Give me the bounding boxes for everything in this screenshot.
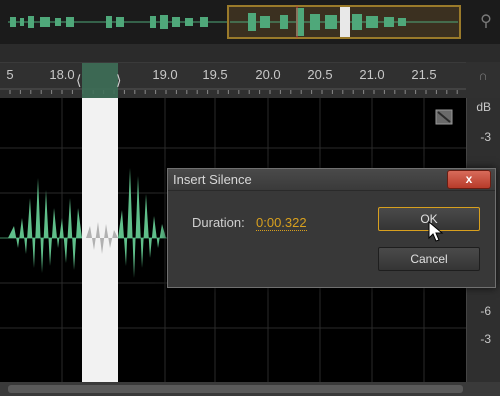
time-ruler[interactable]: ⟨ ⟩ 5 18.0 19.0 19.5 20.0 20.5 21.0 21.5	[0, 62, 466, 99]
svg-text:⟨: ⟨	[76, 72, 81, 88]
horizontal-scrollbar[interactable]	[0, 382, 500, 396]
ruler-tick-label: 21.5	[411, 67, 437, 82]
close-button[interactable]: x	[447, 170, 491, 189]
duration-input[interactable]: 0:00.322	[256, 215, 307, 231]
ruler-tick-label: 21.0	[359, 67, 385, 82]
overview-panel[interactable]: ⚲	[0, 0, 500, 44]
ruler-tick-label: 5	[6, 67, 14, 82]
db-tick-label: -3	[480, 130, 491, 144]
svg-text:⟩: ⟩	[116, 72, 121, 88]
silence-selection[interactable]	[82, 98, 118, 382]
db-tick-label: -6	[480, 304, 491, 318]
ruler-tick-label: 18.0	[49, 67, 75, 82]
cancel-button[interactable]: Cancel	[378, 247, 480, 271]
pointer-cursor-icon	[428, 221, 444, 242]
overview-waveform[interactable]	[0, 0, 500, 44]
ruler-tick-label: 19.5	[202, 67, 228, 82]
dialog-title: Insert Silence	[173, 172, 252, 187]
ruler-tick-label: 20.0	[255, 67, 281, 82]
db-tick-label: -3	[480, 332, 491, 346]
close-icon: x	[465, 172, 473, 186]
insert-silence-dialog[interactable]: Insert Silence x Duration: 0:00.322 OK C…	[167, 168, 496, 288]
waveform-corner-icon[interactable]	[435, 109, 453, 125]
db-unit-label: dB	[476, 100, 491, 114]
scrollbar-thumb[interactable]	[8, 385, 463, 393]
ruler-tick-label: 20.5	[307, 67, 333, 82]
magnifier-icon[interactable]: ⚲	[476, 12, 496, 32]
ruler-tick-label: 19.0	[152, 67, 178, 82]
dialog-titlebar[interactable]: Insert Silence x	[168, 169, 495, 191]
ruler-selection-marker[interactable]	[82, 63, 118, 99]
duration-label: Duration:	[192, 215, 245, 230]
headphones-icon[interactable]: ∩	[466, 62, 500, 98]
